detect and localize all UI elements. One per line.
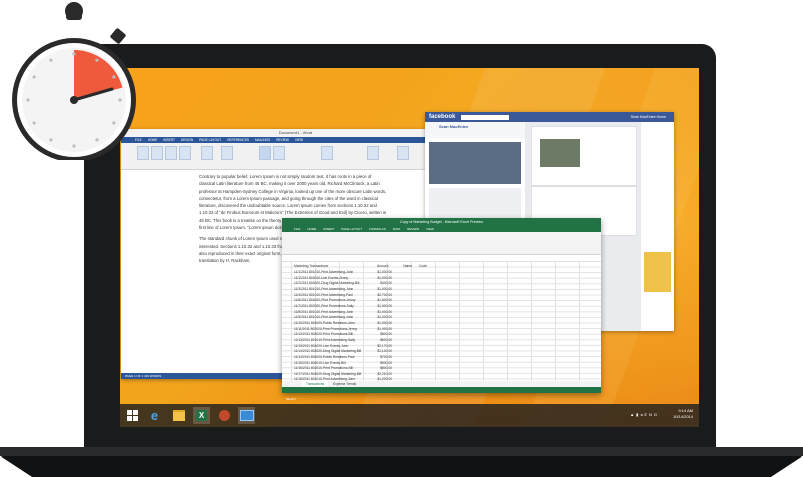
stopwatch-tick <box>49 58 53 62</box>
column-header: Code <box>419 264 427 268</box>
app-icon <box>219 410 230 421</box>
profile-name[interactable]: Sean MacEntee <box>425 122 525 138</box>
word-ribbon <box>121 143 470 170</box>
excel-status-bar: READY <box>282 387 601 401</box>
column-header: Amount <box>377 264 389 268</box>
facebook-nav-user[interactable]: Sean MacEntee Home <box>631 115 666 119</box>
profile-photo <box>429 142 521 184</box>
taskbar: e X ▲▮◂ENG 9:14 AM 10/14/2014 <box>120 404 699 427</box>
clock[interactable]: 9:14 AM 10/14/2014 <box>673 408 693 420</box>
file-explorer-button[interactable] <box>170 407 187 424</box>
tab-view[interactable]: VIEW <box>426 226 434 232</box>
stopwatch-tick <box>32 75 36 79</box>
excel-ribbon <box>282 232 601 255</box>
excel-title-bar: Copy of Marketing Budget - Microsoft Exc… <box>282 218 601 226</box>
facebook-sidebar <box>641 122 674 331</box>
ribbon-button[interactable] <box>221 146 233 160</box>
table-row[interactable]: 11/14/2011 804020-Public Relations-Paul <box>294 355 361 361</box>
system-tray[interactable]: ▲▮◂ENG <box>630 412 659 417</box>
table-row[interactable]: 11/14/2011 804020-Drug Digital Marketing… <box>294 349 361 355</box>
post-photo <box>540 139 580 167</box>
amount-list: $1,000.00 $1,000.00 $400.00 $1,000.00 $2,700… <box>370 270 392 394</box>
column-header: Marketing Transactions <box>294 264 329 268</box>
laptop-hinge <box>0 447 803 456</box>
word-title-bar: Document1 - Word <box>121 129 470 137</box>
stopwatch-tick <box>49 138 53 142</box>
stopwatch-tick <box>118 98 122 102</box>
internet-explorer-button[interactable]: e <box>146 407 163 424</box>
sidebar-ad[interactable] <box>644 252 671 292</box>
stopwatch-tick <box>72 144 76 148</box>
stopwatch-tick <box>26 98 30 102</box>
status-text: READY <box>286 397 297 401</box>
folder-icon <box>172 410 185 421</box>
remote-desktop-button[interactable] <box>238 407 255 424</box>
table-header: Marketing Transactions Amount Name Code <box>294 264 427 268</box>
ribbon-button[interactable] <box>273 146 285 160</box>
tab-file[interactable]: FILE <box>294 226 300 232</box>
tab-page-layout[interactable]: PAGE LAYOUT <box>341 226 362 232</box>
stopwatch-tick <box>72 52 76 56</box>
tab-review[interactable]: REVIEW <box>407 226 419 232</box>
ribbon-button[interactable] <box>321 146 333 160</box>
table-row[interactable]: 11/3/2011 801010-Print Advertising-John <box>294 287 361 293</box>
ribbon-button[interactable] <box>165 146 177 160</box>
tab-data[interactable]: DATA <box>393 226 401 232</box>
ribbon-button[interactable] <box>179 146 191 160</box>
facebook-search-input[interactable] <box>461 114 510 120</box>
ribbon-button[interactable] <box>397 146 409 160</box>
excel-taskbar-button[interactable]: X <box>193 407 210 424</box>
stopwatch-icon <box>12 2 136 160</box>
table-row[interactable]: 11/13/2011 801010-Print Advertising-Sall… <box>294 338 361 344</box>
stopwatch-tick <box>95 58 99 62</box>
language-indicator: ENG <box>644 412 659 417</box>
facebook-logo[interactable]: facebook <box>429 114 455 120</box>
ribbon-button[interactable] <box>201 146 213 160</box>
transaction-list: 11/1/2011 801010-Print Advertising-John 1… <box>294 270 361 394</box>
ribbon-button[interactable] <box>367 146 379 160</box>
table-row[interactable]: 11/1/2011 801010-Print Advertising-John <box>294 270 361 276</box>
start-button[interactable] <box>124 407 141 424</box>
internet-explorer-icon: e <box>150 408 159 423</box>
column-header: Name <box>403 264 413 268</box>
table-row[interactable]: 11/10/2011 804020-Public Relations-John <box>294 321 361 327</box>
stopwatch-tick <box>32 121 36 125</box>
table-row[interactable]: 11/16/2011 802010-Print Promotions-Bill <box>294 366 361 372</box>
ribbon-button[interactable] <box>259 146 271 160</box>
clock-date: 10/14/2014 <box>672 414 693 419</box>
excel-window[interactable]: Copy of Marketing Budget - Microsoft Exc… <box>282 218 601 401</box>
table-row[interactable]: 11/7/2011 802020-Print Promotions-Sally <box>294 304 361 310</box>
app-taskbar-button[interactable] <box>216 407 233 424</box>
tab-insert[interactable]: INSERT <box>323 226 334 232</box>
tab-home[interactable]: HOME <box>307 226 316 232</box>
windows-logo-icon <box>127 410 138 421</box>
facebook-top-bar: facebook Sean MacEntee Home <box>425 112 674 122</box>
stopwatch-tick <box>112 121 116 125</box>
monitor-icon <box>239 410 254 421</box>
excel-icon: X <box>196 410 207 421</box>
news-feed-post <box>531 126 637 186</box>
profile-info <box>429 188 521 218</box>
stopwatch-tick <box>112 75 116 79</box>
stopwatch-tick <box>95 138 99 142</box>
tab-formulas[interactable]: FORMULAS <box>369 226 386 232</box>
desktop-screen: Document1 - Word FILE HOME INSERT DESIGN… <box>120 68 699 427</box>
